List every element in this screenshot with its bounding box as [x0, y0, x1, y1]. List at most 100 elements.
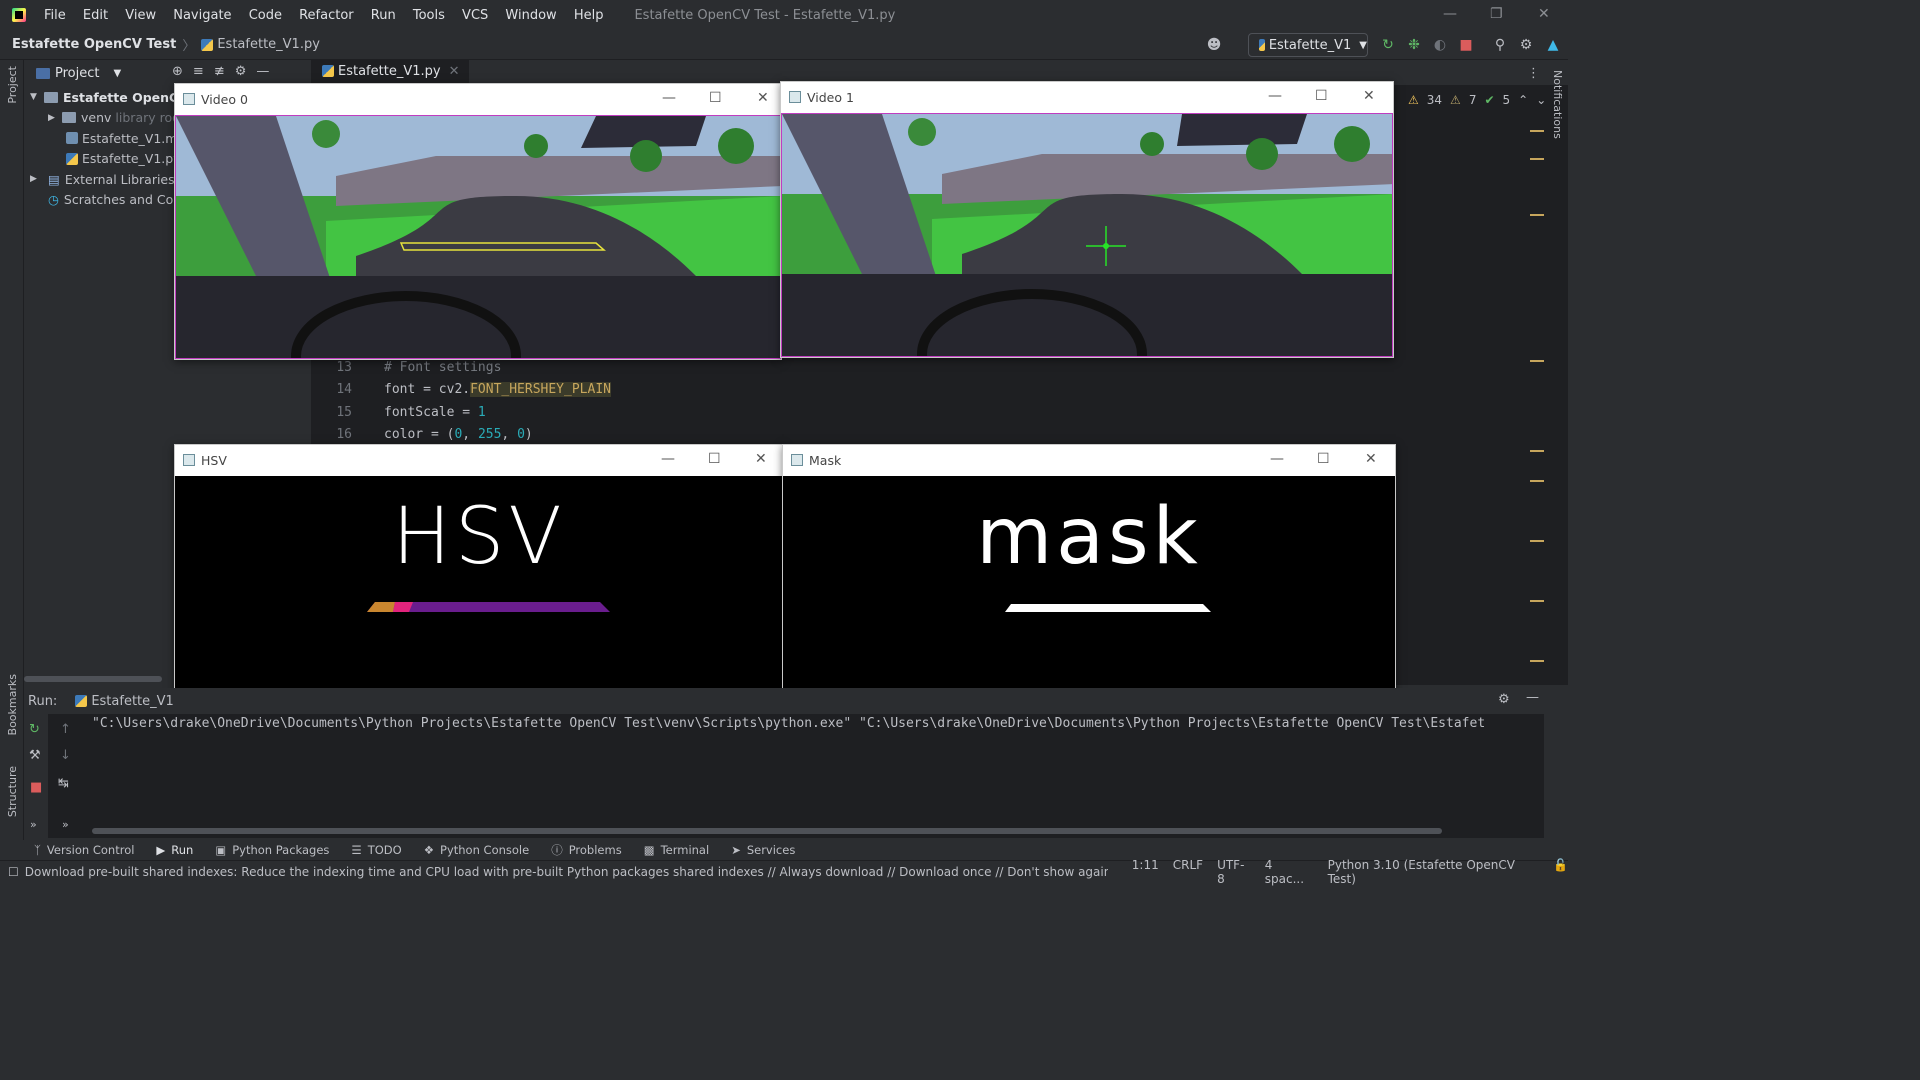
run-settings-gear-icon[interactable]: ⚙	[1498, 692, 1510, 707]
tool-problems[interactable]: ⓘ Problems	[551, 842, 622, 858]
file-encoding[interactable]: UTF-8	[1217, 858, 1251, 886]
collapse-all-icon[interactable]: ≢	[214, 64, 225, 79]
menu-tools[interactable]: Tools	[413, 8, 445, 23]
minimize-icon[interactable]: —	[1268, 88, 1282, 104]
options-gear-icon[interactable]: ⚙	[235, 64, 247, 79]
cv-window-hsv[interactable]: HSV — ☐ ✕ HSV	[174, 444, 784, 720]
scroll-up-icon[interactable]: ↑	[60, 722, 71, 737]
cv-window-titlebar[interactable]: Video 1 — ☐ ✕	[781, 82, 1393, 112]
settings-gear-icon[interactable]: ⚙	[1518, 37, 1534, 53]
close-icon[interactable]: ✕	[1365, 451, 1377, 467]
minimize-icon[interactable]: —	[661, 451, 675, 467]
video-file-icon	[66, 132, 78, 145]
cv-window-titlebar[interactable]: Video 0 — ☐ ✕	[175, 84, 781, 114]
horizontal-scrollbar[interactable]	[24, 676, 162, 682]
mask-overlay-text: mask	[976, 492, 1202, 582]
run-console[interactable]: ↑ ↓ ↹ » "C:\Users\drake\OneDrive\Documen…	[48, 714, 1544, 838]
code-line[interactable]: 13 # Font settings	[312, 357, 501, 379]
close-icon[interactable]: ✕	[1363, 88, 1375, 104]
menu-navigate[interactable]: Navigate	[173, 8, 231, 23]
hide-panel-icon[interactable]: —	[1526, 690, 1539, 705]
tool-version-control[interactable]: ᛉ Version Control	[34, 843, 134, 857]
error-stripe[interactable]	[1530, 120, 1544, 700]
jetbrains-ai-icon[interactable]: ▲	[1545, 37, 1561, 53]
menu-edit[interactable]: Edit	[83, 8, 108, 23]
close-icon[interactable]: ✕	[755, 451, 767, 467]
menu-help[interactable]: Help	[574, 8, 604, 23]
event-log-icon[interactable]: ☐	[8, 865, 19, 879]
menu-view[interactable]: View	[125, 8, 156, 23]
minimize-icon[interactable]: —	[1443, 6, 1457, 22]
wrench-icon[interactable]: ⚒	[29, 748, 41, 763]
more-tabs-icon[interactable]: ⋮	[1527, 66, 1540, 81]
more-icon[interactable]: »	[62, 818, 69, 831]
python-interpreter[interactable]: Python 3.10 (Estafette OpenCV Test)	[1328, 858, 1539, 886]
cv-window-video-0[interactable]: Video 0 — ☐ ✕	[174, 83, 782, 360]
close-icon[interactable]: ✕	[1538, 6, 1550, 22]
user-icon[interactable]: ☻	[1206, 37, 1222, 53]
bookmarks-tool-tab[interactable]: Bookmarks	[6, 674, 19, 735]
stop-icon[interactable]: ■	[30, 780, 42, 795]
menu-code[interactable]: Code	[249, 8, 282, 23]
tool-python-packages[interactable]: ▣ Python Packages	[215, 843, 329, 857]
restore-icon[interactable]: ❐	[1490, 6, 1503, 22]
tool-python-console[interactable]: ❖ Python Console	[424, 843, 529, 857]
chevron-down-icon[interactable]: ⌄	[1536, 93, 1546, 107]
status-message[interactable]: Download pre-built shared indexes: Reduc…	[25, 865, 1108, 879]
minimize-icon[interactable]: —	[662, 90, 676, 106]
soft-wrap-icon[interactable]: ↹	[58, 776, 69, 791]
console-horizontal-scrollbar[interactable]	[92, 828, 1442, 834]
cv-window-mask[interactable]: Mask — ☐ ✕ mask	[782, 444, 1396, 720]
line-separator[interactable]: CRLF	[1173, 858, 1203, 886]
chevron-up-icon[interactable]: ⌃	[1518, 93, 1528, 107]
inspection-widget[interactable]: ⚠ 34 ⚠ 7 ✔ 5 ⌃ ⌄	[1408, 93, 1546, 107]
coverage-icon[interactable]: ◐	[1432, 37, 1448, 53]
project-panel-title[interactable]: Project	[55, 66, 99, 81]
close-icon[interactable]: ✕	[757, 90, 769, 106]
cv-window-video-1[interactable]: Video 1 — ☐ ✕	[780, 81, 1394, 358]
caret-position[interactable]: 1:11	[1132, 858, 1159, 886]
scroll-down-icon[interactable]: ↓	[60, 748, 71, 763]
expand-all-icon[interactable]: ≡	[193, 64, 204, 79]
debug-icon[interactable]: ❉	[1406, 37, 1422, 53]
code-line[interactable]: 14 font = cv2.FONT_HERSHEY_PLAIN	[312, 379, 611, 401]
menu-refactor[interactable]: Refactor	[299, 8, 354, 23]
line-number: 14	[336, 382, 352, 397]
run-configuration-select[interactable]: Estafette_V1 ▼	[1248, 33, 1368, 57]
more-icon[interactable]: »	[30, 818, 37, 831]
tool-services[interactable]: ➤ Services	[731, 843, 795, 857]
locate-icon[interactable]: ⊕	[172, 64, 183, 79]
run-tab-label[interactable]: Estafette_V1	[91, 694, 173, 709]
cv-window-titlebar[interactable]: Mask — ☐ ✕	[783, 445, 1395, 475]
close-tab-icon[interactable]: ✕	[449, 64, 460, 79]
hide-icon[interactable]: —	[256, 64, 269, 79]
breadcrumb-file[interactable]: Estafette_V1.py	[217, 37, 320, 52]
maximize-icon[interactable]: ☐	[708, 451, 721, 467]
breadcrumb-project[interactable]: Estafette OpenCV Test	[12, 37, 176, 52]
notifications-tool-tab[interactable]: Notifications	[1551, 70, 1564, 139]
maximize-icon[interactable]: ☐	[1317, 451, 1330, 467]
maximize-icon[interactable]: ☐	[709, 90, 722, 106]
code-line[interactable]: 15 fontScale = 1	[312, 402, 485, 424]
menu-file[interactable]: File	[44, 8, 66, 23]
maximize-icon[interactable]: ☐	[1315, 88, 1328, 104]
stop-icon[interactable]: ■	[1458, 37, 1474, 53]
rerun-icon[interactable]: ↻	[1380, 37, 1396, 53]
minimize-icon[interactable]: —	[1270, 451, 1284, 467]
search-icon[interactable]: ⚲	[1492, 37, 1508, 53]
indent-setting[interactable]: 4 spac...	[1265, 858, 1314, 886]
tab-estafette-v1[interactable]: Estafette_V1.py ✕	[312, 59, 470, 85]
structure-tool-tab[interactable]: Structure	[6, 766, 19, 817]
menu-vcs[interactable]: VCS	[462, 8, 488, 23]
code-line[interactable]: 16 color = (0, 255, 0)	[312, 424, 532, 446]
lock-icon[interactable]: 🔓	[1553, 858, 1568, 886]
tool-run[interactable]: ▶ Run	[156, 843, 193, 857]
menu-window[interactable]: Window	[505, 8, 556, 23]
cv-window-titlebar[interactable]: HSV — ☐ ✕	[175, 445, 783, 475]
project-tool-tab[interactable]: Project	[6, 66, 19, 104]
tool-terminal[interactable]: ▩ Terminal	[644, 843, 709, 857]
tool-todo[interactable]: ☰ TODO	[351, 843, 401, 857]
rerun-icon[interactable]: ↻	[29, 722, 40, 737]
menu-run[interactable]: Run	[371, 8, 396, 23]
chevron-down-icon[interactable]: ▼	[113, 68, 121, 79]
